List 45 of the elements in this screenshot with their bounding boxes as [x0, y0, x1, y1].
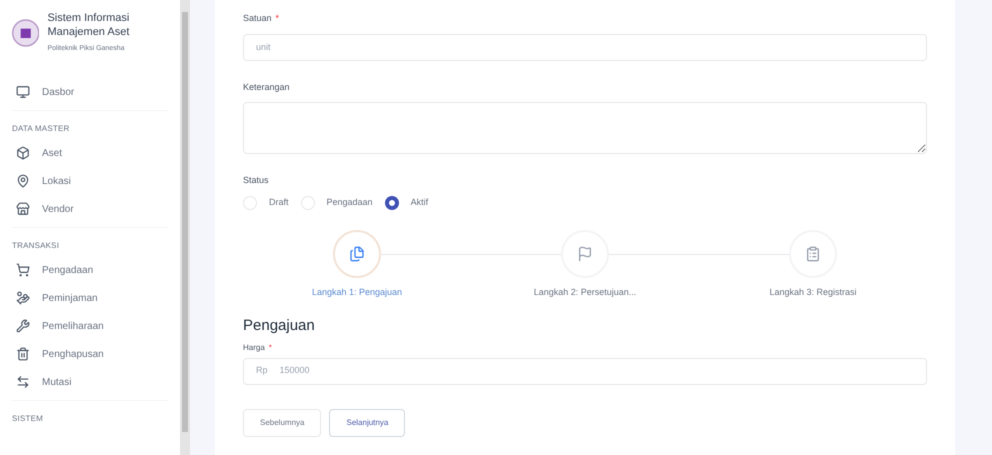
section-title: Pengajuan — [243, 316, 316, 336]
cart-icon — [16, 263, 30, 277]
sidebar-item[interactable]: Lokasi — [42, 174, 71, 188]
sidebar-item[interactable]: Pengadaan — [42, 262, 94, 278]
field-label: Keterangan — [243, 80, 291, 94]
radio-label: Pengadaan — [326, 196, 373, 209]
box-icon — [16, 146, 30, 160]
keterangan-field[interactable] — [243, 102, 927, 154]
pin-icon — [16, 174, 30, 188]
field-label: Harga — [243, 342, 265, 354]
wrench-icon — [16, 319, 30, 333]
field-value: 150000 — [280, 364, 310, 378]
monitor-icon — [16, 85, 30, 99]
currency-prefix: Rp — [256, 364, 268, 378]
required-mark: * — [268, 342, 272, 354]
step-button[interactable]: Selanjutnya — [329, 408, 406, 436]
step-label: Langkah 3: Registrasi — [769, 286, 857, 299]
trash-icon — [16, 347, 30, 361]
sidebar-item[interactable]: Vendor — [42, 202, 74, 216]
arrows-icon — [16, 375, 30, 389]
section-heading: TRANSAKSI — [12, 240, 60, 252]
required-mark: * — [276, 12, 280, 25]
radio-button[interactable] — [384, 196, 399, 210]
store-icon — [16, 202, 30, 216]
radio-label: Aktif — [410, 196, 428, 209]
clipboard-icon — [805, 246, 821, 262]
flag-icon — [577, 246, 593, 262]
section-heading: SISTEM — [12, 413, 44, 425]
step-label: Langkah 2: Persetujuan... — [534, 286, 636, 299]
hand-icon — [16, 291, 30, 305]
section-heading: DATA MASTER — [12, 123, 70, 135]
sidebar-item[interactable]: Pemeliharaan — [42, 318, 104, 334]
step-label: Langkah 1: Pengajuan — [312, 286, 402, 299]
sidebar-item[interactable]: Dasbor — [42, 84, 74, 100]
documents-icon — [349, 246, 365, 262]
field-label: Status — [243, 174, 270, 187]
sidebar-item[interactable]: Mutasi — [42, 374, 72, 390]
sidebar-item[interactable]: Aset — [42, 146, 62, 160]
sidebar-item[interactable]: Penghapusan — [42, 346, 104, 362]
satuan-field[interactable]: unit — [243, 34, 927, 60]
radio-label: Draft — [269, 196, 289, 209]
sidebar-item[interactable]: Peminjaman — [42, 290, 98, 306]
field-label: Satuan — [243, 12, 272, 25]
app-title: Sistem Informasi Manajemen Aset — [47, 12, 130, 40]
harga-field[interactable]: Rp 150000 — [243, 358, 927, 384]
